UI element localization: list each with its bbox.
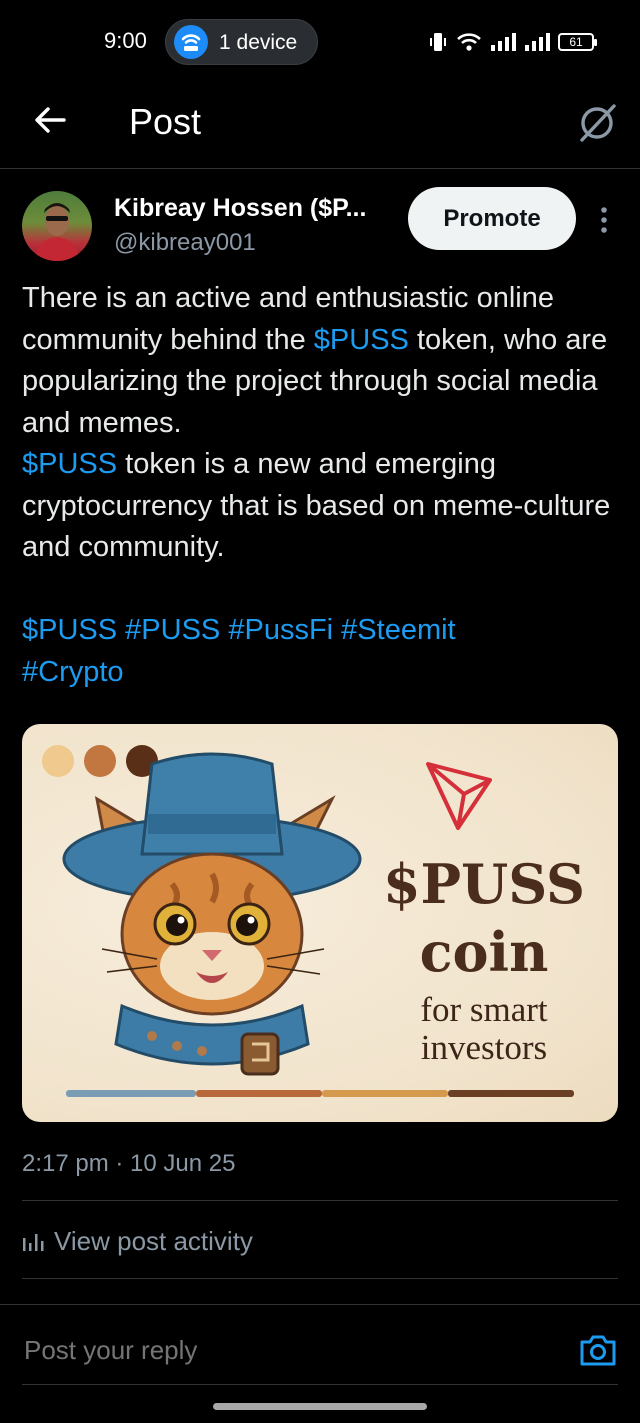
hashtag-link[interactable]: #PussFi	[228, 614, 333, 646]
vibrate-icon	[430, 33, 446, 51]
post-timestamp: 2:17 pm · 10 Jun 25	[22, 1150, 236, 1177]
color-bar-segment	[66, 1090, 196, 1097]
hashtag-link[interactable]: #PUSS	[125, 614, 220, 646]
divider	[22, 1278, 618, 1279]
reply-input[interactable]	[22, 1334, 361, 1367]
page-title: Post	[129, 101, 202, 142]
card-tagline: investors	[420, 1028, 548, 1067]
back-button[interactable]	[28, 98, 72, 142]
hashtag-link[interactable]: #Steemit	[341, 614, 455, 646]
status-time: 9:00	[104, 28, 147, 53]
battery-indicator: 61	[558, 33, 597, 51]
signal-icon-1	[491, 33, 516, 51]
wifi-icon	[457, 33, 481, 51]
cat-mascot-illustration	[62, 752, 362, 1076]
header-divider	[0, 168, 640, 169]
color-bar-segment	[448, 1090, 574, 1097]
grok-icon	[580, 104, 616, 142]
camera-icon	[580, 1335, 616, 1366]
camera-button[interactable]	[578, 1330, 618, 1370]
view-post-activity-link[interactable]: View post activity	[22, 1226, 253, 1257]
device-pill[interactable]: 1 device	[165, 19, 318, 65]
post-body: There is an active and enthusiastic onli…	[22, 278, 622, 693]
device-pill-label: 1 device	[219, 31, 298, 54]
color-bar-segment	[322, 1090, 448, 1097]
author-name[interactable]: Kibreay Hossen ($P...	[114, 194, 366, 223]
more-vertical-icon	[601, 207, 607, 233]
profile-photo	[34, 203, 80, 261]
signal-icon-2	[525, 33, 550, 51]
card-title: $PUSS	[382, 852, 586, 916]
hashtag-link[interactable]: #Crypto	[22, 656, 124, 688]
author-handle[interactable]: @kibreay001	[114, 229, 256, 257]
avatar[interactable]	[22, 191, 92, 261]
post-image[interactable]: $PUSS coin for smart investors	[22, 724, 618, 1122]
cashtag-link[interactable]: $PUSS	[314, 324, 409, 356]
color-bar-segment	[196, 1090, 322, 1097]
tron-logo-icon	[426, 762, 492, 830]
wifi-hotspot-icon	[174, 25, 208, 59]
divider	[22, 1200, 618, 1201]
cashtag-link[interactable]: $PUSS	[22, 448, 117, 480]
hashtag-link[interactable]: $PUSS	[22, 614, 117, 646]
arrow-left-icon	[35, 107, 66, 133]
divider	[22, 1384, 618, 1385]
activity-label: View post activity	[54, 1226, 253, 1256]
grok-button[interactable]	[576, 100, 620, 144]
home-indicator[interactable]	[213, 1403, 427, 1410]
more-options-button[interactable]	[592, 204, 616, 238]
card-subtitle: coin	[419, 920, 549, 984]
card-tagline: for smart	[420, 990, 548, 1029]
status-icons: 61	[428, 30, 597, 54]
analytics-icon	[23, 1233, 44, 1251]
promote-button[interactable]: Promote	[408, 187, 576, 250]
